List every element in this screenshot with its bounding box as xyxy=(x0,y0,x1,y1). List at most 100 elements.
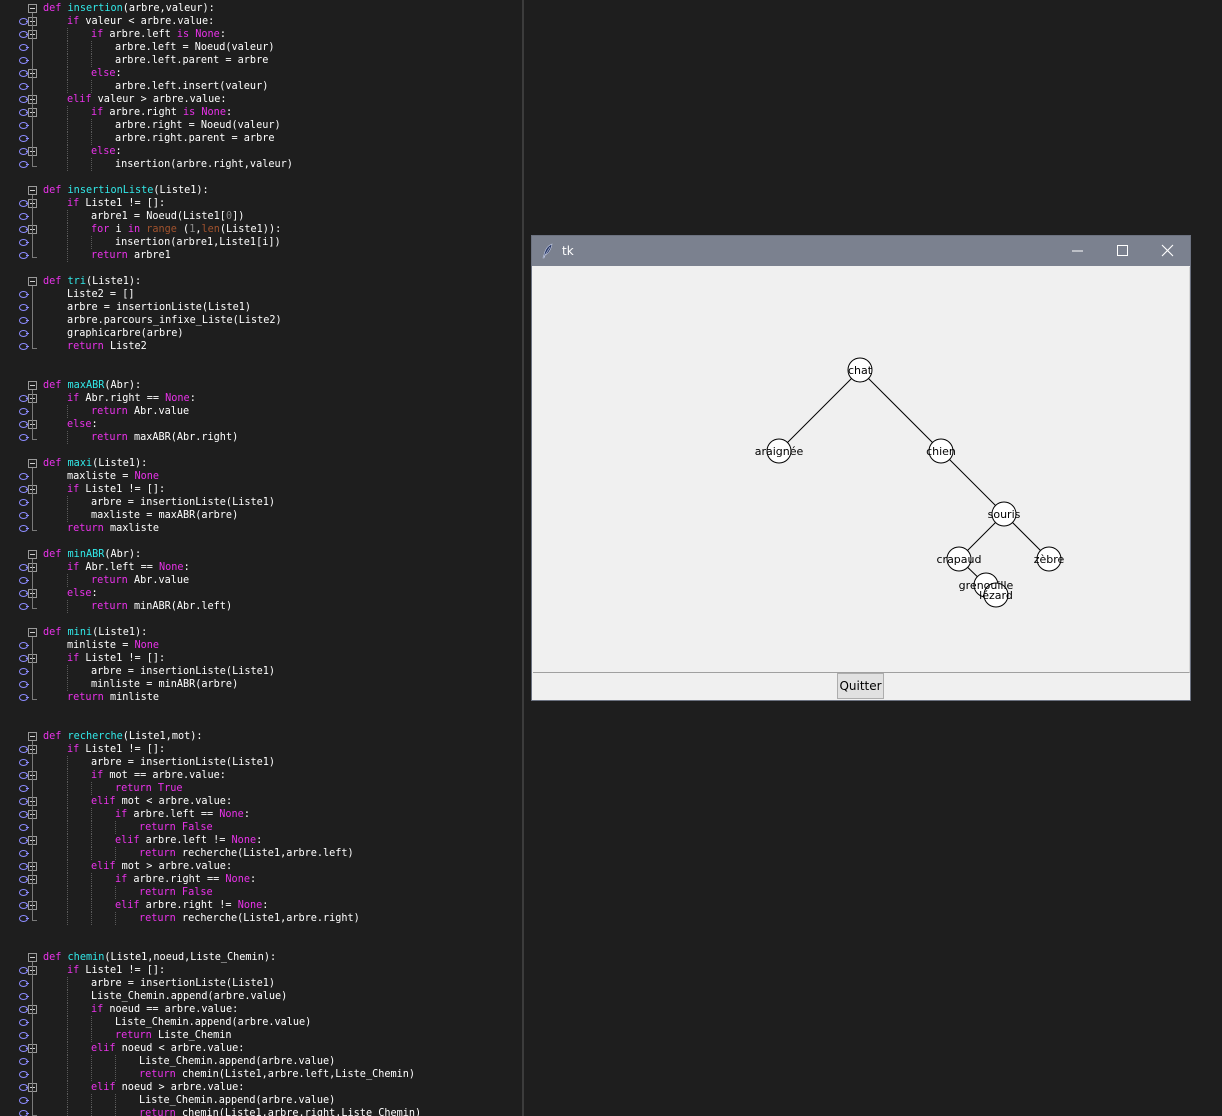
code-line: else: xyxy=(67,418,98,431)
code-line: return minliste xyxy=(67,691,159,704)
code-line: return Liste2 xyxy=(67,340,147,353)
code-token: if xyxy=(67,965,86,976)
indent-guide xyxy=(67,41,68,54)
quit-button[interactable]: Quitter xyxy=(837,673,884,699)
tree-edge-chat-araignee xyxy=(778,369,861,452)
indent-guide xyxy=(67,847,68,860)
minimize-button[interactable] xyxy=(1055,236,1100,266)
code-line: return recherche(Liste1,arbre.right) xyxy=(139,912,360,925)
indent-guide xyxy=(67,496,68,509)
code-token: noeud > arbre.value: xyxy=(121,1082,245,1093)
code-token: mot == arbre.value: xyxy=(109,770,226,781)
marker-connector xyxy=(26,606,29,607)
code-line: arbre = insertionListe(Liste1) xyxy=(91,665,275,678)
code-token: (Abr): xyxy=(104,380,142,391)
code-token: insertionListe xyxy=(67,185,154,196)
tree-canvas[interactable]: chat araignée chien souris crapaud zèbre greno… xyxy=(533,267,1190,673)
code-line: else: xyxy=(91,145,122,158)
code-token: arbre.right xyxy=(109,107,184,118)
tk-window[interactable]: tk chat araignée chien souris crapaud zèbre gr… xyxy=(531,235,1191,701)
code-token: def xyxy=(43,380,68,391)
marker-connector xyxy=(26,437,29,438)
code-line: if mot == arbre.value: xyxy=(91,769,226,782)
code-line: if arbre.left is None: xyxy=(91,28,226,41)
code-token: (Liste1): xyxy=(92,627,148,638)
fold-toggle-icon[interactable] xyxy=(28,4,37,13)
code-token: len xyxy=(201,224,220,235)
close-button[interactable] xyxy=(1145,236,1190,266)
code-line: for i in range (1,len(Liste1)): xyxy=(91,223,281,236)
code-token: recherche(Liste1,arbre.left) xyxy=(181,848,354,859)
marker-connector xyxy=(26,47,29,48)
code-token: if xyxy=(115,874,134,885)
code-line: else: xyxy=(67,587,98,600)
code-line: insertion(arbre1,Liste1[i]) xyxy=(115,236,281,249)
indent-guide xyxy=(91,1055,92,1068)
code-line: Liste_Chemin.append(arbre.value) xyxy=(139,1055,335,1068)
fold-toggle-icon[interactable] xyxy=(28,381,37,390)
tree-node-label-araignee: araignée xyxy=(755,445,804,458)
indent-guide xyxy=(67,574,68,587)
code-line: arbre = insertionListe(Liste1) xyxy=(91,496,275,509)
fold-toggle-icon[interactable] xyxy=(28,628,37,637)
code-token: return False xyxy=(139,887,213,898)
marker-connector xyxy=(26,125,29,126)
code-line: else: xyxy=(91,67,122,80)
code-token: def xyxy=(43,185,68,196)
code-token: : xyxy=(225,107,233,118)
code-token: : xyxy=(115,146,122,157)
code-token: def xyxy=(43,276,68,287)
fold-range-end xyxy=(32,439,37,440)
code-line: arbre.right = Noeud(valeur) xyxy=(115,119,281,132)
code-token: graphicarbre(arbre) xyxy=(67,328,184,339)
code-token: minABR xyxy=(67,549,105,560)
fold-range-line xyxy=(32,286,33,348)
code-line: arbre.left = Noeud(valeur) xyxy=(115,41,274,54)
fold-toggle-icon[interactable] xyxy=(28,953,37,962)
maximize-button[interactable] xyxy=(1100,236,1145,266)
marker-connector xyxy=(26,346,29,347)
indent-guide xyxy=(67,1068,68,1081)
indent-guide xyxy=(67,67,68,80)
fold-toggle-icon[interactable] xyxy=(28,186,37,195)
indent-guide xyxy=(67,1003,68,1016)
indent-guide xyxy=(67,132,68,145)
indent-guide xyxy=(67,405,68,418)
window-title: tk xyxy=(562,244,574,258)
window-titlebar[interactable]: tk xyxy=(532,236,1190,266)
fold-toggle-icon[interactable] xyxy=(28,732,37,741)
code-token: return xyxy=(91,250,134,261)
code-token: def xyxy=(43,3,68,14)
code-token: def xyxy=(43,549,68,560)
code-token: noeud == arbre.value: xyxy=(109,1004,239,1015)
code-token: chemin(Liste1,arbre.right,Liste_Chemin) xyxy=(181,1108,422,1116)
indent-guide xyxy=(91,873,92,886)
code-token: i xyxy=(115,224,128,235)
code-line: def insertion(arbre,valeur): xyxy=(43,2,215,15)
code-line: insertion(arbre.right,valeur) xyxy=(115,158,293,171)
code-line: if Abr.left == None: xyxy=(67,561,190,574)
indent-guide xyxy=(67,54,68,67)
fold-toggle-icon[interactable] xyxy=(28,550,37,559)
indent-guide xyxy=(67,223,68,236)
code-line: maxliste = maxABR(arbre) xyxy=(91,509,238,522)
fold-toggle-icon[interactable] xyxy=(28,459,37,468)
indent-guide xyxy=(67,1055,68,1068)
code-token: maxABR(Abr.right) xyxy=(133,432,239,443)
indent-guide xyxy=(67,665,68,678)
code-token: return xyxy=(91,575,134,586)
code-token: else xyxy=(91,146,116,157)
code-token: None xyxy=(159,562,184,573)
marker-connector xyxy=(26,515,29,516)
code-token: Liste1 != []: xyxy=(85,484,166,495)
fold-range-line xyxy=(32,962,33,1115)
code-token: Abr.value xyxy=(133,406,190,417)
code-line: Liste2 = [] xyxy=(67,288,134,301)
indent-guide xyxy=(91,834,92,847)
code-token: elif xyxy=(91,861,122,872)
code-token: if xyxy=(115,809,134,820)
fold-toggle-icon[interactable] xyxy=(28,277,37,286)
code-token: arbre1 xyxy=(133,250,171,261)
code-line: elif arbre.right != None: xyxy=(115,899,268,912)
code-editor[interactable]: def insertion(arbre,valeur): if valeur < … xyxy=(0,0,522,1116)
